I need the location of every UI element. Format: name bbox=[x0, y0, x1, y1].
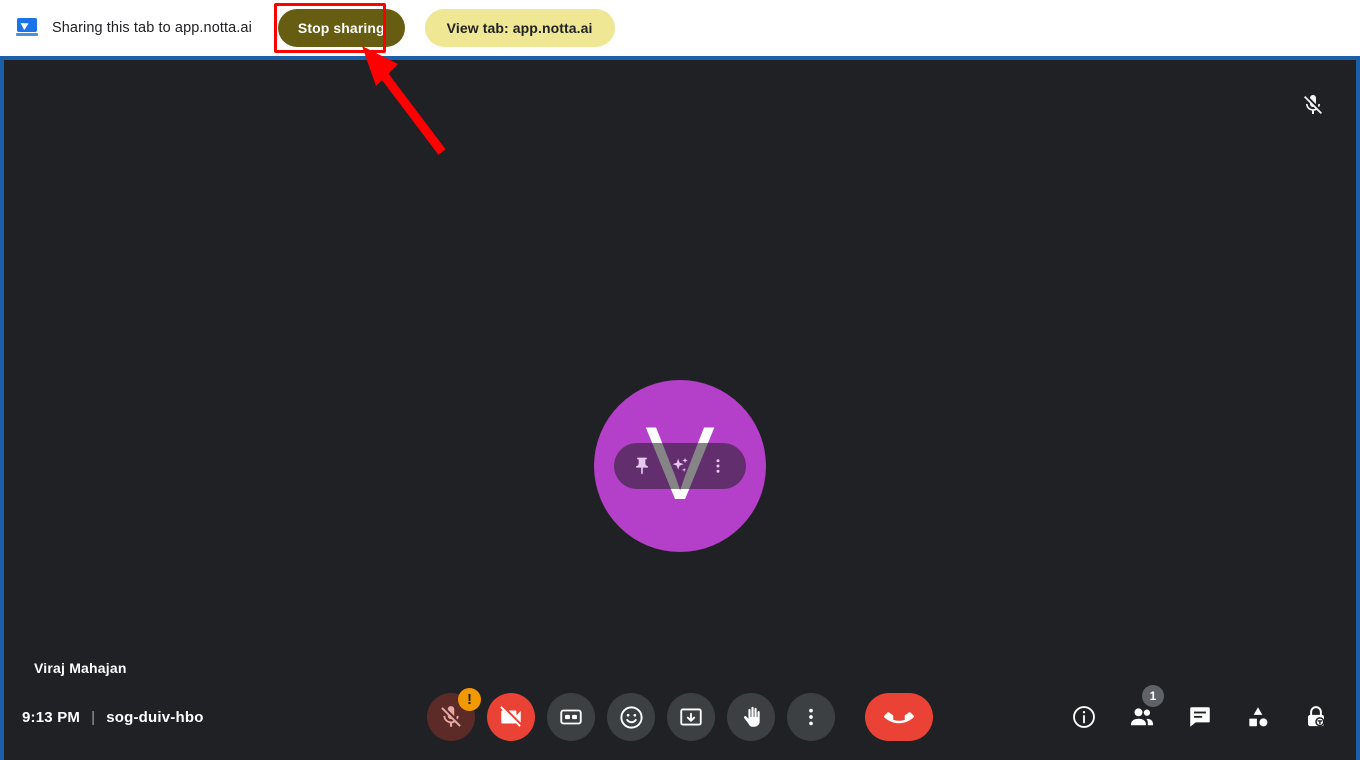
pin-icon[interactable] bbox=[628, 452, 656, 480]
info-separator: | bbox=[91, 708, 96, 726]
meeting-code: sog-duiv-hbo bbox=[106, 708, 204, 726]
view-tab-button[interactable]: View tab: app.notta.ai bbox=[424, 9, 615, 47]
meet-video-stage: Viraj Mahajan 9:13 PM | sog-duiv-hbo ! 1 bbox=[4, 60, 1356, 760]
meeting-details-button[interactable] bbox=[1064, 697, 1104, 737]
more-options-button[interactable] bbox=[787, 693, 835, 741]
raise-hand-button[interactable] bbox=[727, 693, 775, 741]
activities-button[interactable] bbox=[1238, 697, 1278, 737]
leave-call-button[interactable] bbox=[865, 693, 933, 741]
camera-off-button[interactable] bbox=[487, 693, 535, 741]
meet-bottom-bar: 9:13 PM | sog-duiv-hbo ! 1 bbox=[4, 674, 1356, 760]
microphone-off-button[interactable]: ! bbox=[427, 688, 481, 741]
screen-share-icon bbox=[16, 17, 38, 39]
reactions-button[interactable] bbox=[607, 693, 655, 741]
avatar: V bbox=[594, 380, 766, 552]
host-controls-button[interactable] bbox=[1296, 697, 1336, 737]
captions-button[interactable] bbox=[547, 693, 595, 741]
mic-warning-badge: ! bbox=[458, 688, 481, 711]
people-count-badge: 1 bbox=[1142, 685, 1164, 707]
meeting-info: 9:13 PM | sog-duiv-hbo bbox=[22, 709, 204, 726]
stop-sharing-highlight-wrapper: Stop sharing bbox=[273, 3, 409, 53]
sharing-notification-bar: Sharing this tab to app.notta.ai Stop sh… bbox=[0, 0, 1360, 56]
sparkle-icon[interactable] bbox=[666, 452, 694, 480]
chat-button[interactable] bbox=[1180, 697, 1220, 737]
participant-tile[interactable]: V bbox=[594, 380, 766, 552]
stop-sharing-button[interactable]: Stop sharing bbox=[277, 9, 405, 47]
current-time: 9:13 PM bbox=[22, 708, 81, 726]
sharing-status-text: Sharing this tab to app.notta.ai bbox=[52, 20, 252, 36]
present-button[interactable] bbox=[667, 693, 715, 741]
shared-tab-frame: Viraj Mahajan 9:13 PM | sog-duiv-hbo ! 1 bbox=[0, 56, 1360, 760]
more-vert-icon[interactable] bbox=[704, 452, 732, 480]
meet-center-controls: ! bbox=[427, 688, 933, 741]
tile-hover-actions bbox=[614, 443, 746, 489]
mic-off-icon bbox=[1300, 92, 1326, 118]
meet-right-controls: 1 bbox=[1064, 685, 1336, 737]
people-button[interactable]: 1 bbox=[1122, 685, 1164, 737]
